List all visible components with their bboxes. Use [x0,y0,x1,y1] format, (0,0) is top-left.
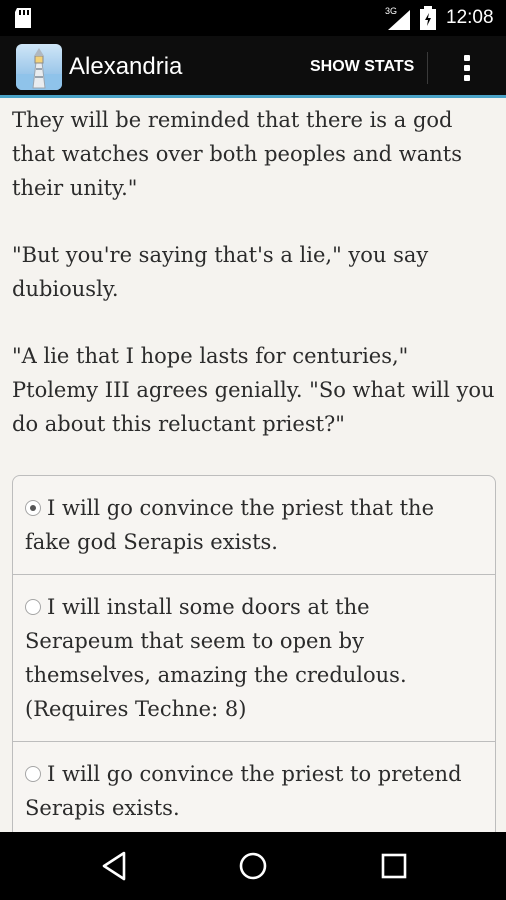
choice-option[interactable]: I will go convince the priest to pretend… [13,742,495,832]
clock: 12:08 [446,7,494,28]
recents-icon[interactable] [376,850,410,882]
navigation-bar [0,832,506,900]
overflow-menu-icon[interactable] [452,50,482,86]
story-paragraph: "But you're saying that's a lie," you sa… [12,243,429,301]
home-icon[interactable] [236,850,270,882]
app-bar-accent-line [0,95,506,98]
app-bar-divider [427,52,428,84]
story-paragraph: "A lie that I hope lasts for centuries,"… [12,344,495,436]
battery-icon [420,6,436,30]
back-icon[interactable] [97,850,131,882]
show-stats-button[interactable]: SHOW STATS [302,50,422,84]
choice-list: I will go convince the priest that the f… [12,475,496,832]
radio-button-selected[interactable] [25,499,41,516]
signal-icon [388,10,410,30]
story-paragraph: They will be reminded that there is a go… [12,108,463,200]
app-title: Alexandria [69,53,183,80]
sd-card-icon [15,8,31,28]
status-bar: 3G 12:08 [0,0,506,36]
choice-option[interactable]: I will install some doors at the Serapeu… [13,575,495,742]
lighthouse-icon[interactable] [16,44,62,90]
choice-label: I will go convince the priest to pretend… [25,762,462,820]
story-content: They will be reminded that there is a go… [12,100,498,832]
app-bar: Alexandria SHOW STATS [0,36,506,98]
radio-button[interactable] [25,598,41,615]
radio-button[interactable] [25,765,41,782]
choice-option[interactable]: I will go convince the priest that the f… [13,476,495,575]
choice-label: I will go convince the priest that the f… [25,496,435,554]
choice-label: I will install some doors at the Serapeu… [25,595,407,721]
